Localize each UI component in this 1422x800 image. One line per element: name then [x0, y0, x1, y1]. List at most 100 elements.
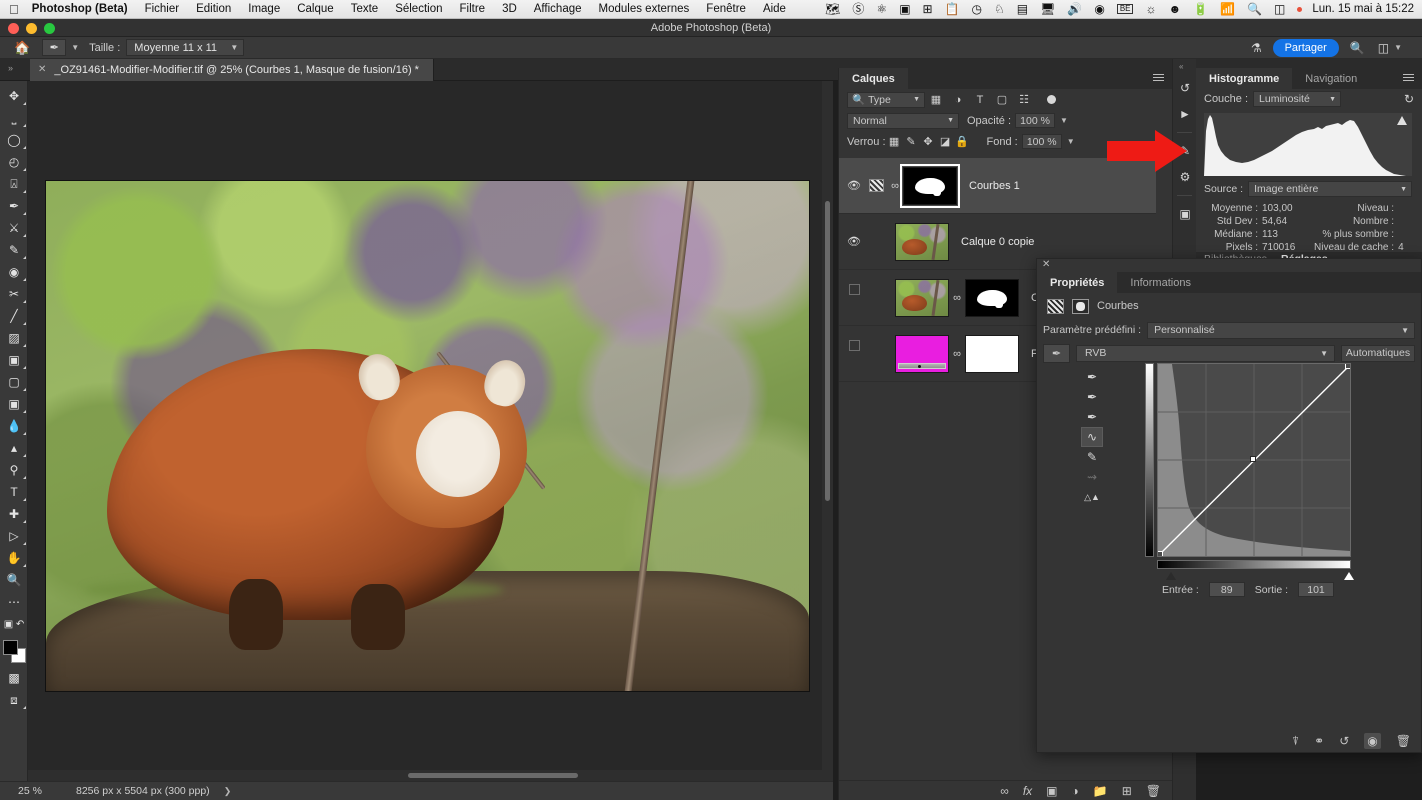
cached-data-warning-icon[interactable]: [1397, 116, 1407, 125]
history-brush-tool[interactable]: ✂: [0, 283, 28, 305]
menu-filtre[interactable]: Filtre: [460, 3, 486, 15]
curve-black-point[interactable]: [1158, 551, 1163, 556]
menubar-clock[interactable]: Lun. 15 mai à 15:22: [1312, 3, 1414, 15]
rectangular-marquee-tool[interactable]: ⎵: [0, 107, 28, 129]
panel-menu-icon[interactable]: [1153, 74, 1164, 83]
layer-thumbnail[interactable]: [895, 222, 949, 261]
lock-artboard-icon[interactable]: ◪: [937, 135, 954, 148]
menu-selection[interactable]: Sélection: [395, 3, 442, 15]
gradient-fill-tool[interactable]: ▣: [0, 393, 28, 415]
menu-affichage[interactable]: Affichage: [534, 3, 582, 15]
apple-icon[interactable]: : [9, 3, 19, 16]
preset-select[interactable]: Personnalisé ▼: [1147, 321, 1415, 339]
curves-channel-select[interactable]: RVB ▼: [1076, 344, 1335, 362]
chevron-down-icon[interactable]: ▼: [1394, 43, 1402, 52]
pencil-draw-tool[interactable]: ✎: [1081, 447, 1103, 467]
clipboard-icon[interactable]: 📋: [945, 3, 960, 15]
display-icon[interactable]: 🖥: [1040, 3, 1055, 15]
hand-tool[interactable]: ✋: [0, 547, 28, 569]
output-value[interactable]: 101: [1298, 582, 1335, 597]
delete-layer-icon[interactable]: 🗑: [1146, 784, 1161, 798]
layer-thumbnail[interactable]: [895, 278, 949, 317]
collapse-panels-icon[interactable]: »: [8, 63, 13, 73]
curve-mid-point[interactable]: [1250, 456, 1256, 462]
panel-menu-icon[interactable]: [1403, 74, 1414, 83]
minimize-window-button[interactable]: [26, 23, 37, 34]
wifi-icon[interactable]: 📶: [1220, 3, 1235, 15]
default-colors-icon[interactable]: ▣ ↶: [0, 613, 28, 635]
control-center-icon[interactable]: ◫: [1274, 3, 1285, 15]
menu-texte[interactable]: Texte: [351, 3, 379, 15]
link-layers-icon[interactable]: ∞: [1000, 784, 1009, 798]
share-button[interactable]: Partager: [1272, 38, 1339, 57]
search-icon[interactable]: 🔍: [1350, 41, 1365, 55]
layer-mask-thumbnail[interactable]: [900, 163, 960, 208]
eyedropper-tool-preset[interactable]: ✒: [42, 39, 67, 56]
auto-button[interactable]: Automatiques: [1341, 344, 1415, 362]
screen-record-icon[interactable]: ▣: [899, 3, 910, 15]
split-view-icon[interactable]: ▤: [1017, 3, 1028, 15]
history-icon[interactable]: ↺: [1173, 75, 1197, 101]
lock-all-icon[interactable]: 🔒: [954, 135, 971, 148]
zoom-tool[interactable]: 🔍: [0, 569, 28, 591]
menu-fichier[interactable]: Fichier: [145, 3, 180, 15]
view-previous-state-icon[interactable]: ⚭: [1314, 734, 1324, 748]
histogram-channel-select[interactable]: Luminosité ▼: [1253, 91, 1342, 107]
refresh-icon[interactable]: ↻: [1404, 92, 1414, 106]
window-controls[interactable]: [8, 23, 55, 34]
canvas-horizontal-scrollbar[interactable]: [28, 770, 833, 781]
layer-name[interactable]: Courbes 1: [969, 180, 1020, 192]
histogram-source-select[interactable]: Image entière ▼: [1248, 181, 1412, 197]
tab-navigation[interactable]: Navigation: [1292, 68, 1370, 89]
link-icon[interactable]: ∞: [949, 348, 965, 360]
collapse-panels-icon[interactable]: «: [1179, 62, 1183, 71]
actions-play-icon[interactable]: ►: [1173, 101, 1197, 127]
toggle-visibility-icon[interactable]: ◉: [1364, 733, 1381, 749]
path-selection-tool[interactable]: ▷: [0, 525, 28, 547]
delete-adjustment-icon[interactable]: 🗑: [1396, 734, 1411, 748]
clock-icon[interactable]: ◷: [972, 3, 982, 15]
layer-mask-thumbnail[interactable]: [965, 278, 1019, 317]
blur-tool[interactable]: 💧: [0, 415, 28, 437]
input-value[interactable]: 89: [1208, 582, 1245, 597]
lock-transparency-icon[interactable]: ▦: [886, 135, 903, 148]
user-icon[interactable]: ☻: [1168, 3, 1181, 15]
close-icon[interactable]: ✕: [1042, 259, 1050, 270]
spotlight-search-icon[interactable]: 🔍: [1247, 3, 1262, 15]
layer-visibility-toggle[interactable]: 👁: [843, 284, 865, 311]
curve-point-tool[interactable]: ∿: [1081, 427, 1103, 447]
eyedropper-tool[interactable]: ✒: [0, 195, 28, 217]
be-icon[interactable]: BE: [1116, 4, 1134, 14]
object-selection-tool[interactable]: ◴: [0, 151, 28, 173]
add-mask-icon[interactable]: ▣: [1046, 784, 1057, 798]
menu-3d[interactable]: 3D: [502, 3, 517, 15]
pattern-stamp-tool[interactable]: ▣: [0, 349, 28, 371]
adjustment-layer-icon[interactable]: ◑: [1072, 784, 1079, 798]
type-filter-icon[interactable]: T: [969, 94, 991, 106]
dodge-tool[interactable]: ▴: [0, 437, 28, 459]
clone-source-icon[interactable]: ▣: [1173, 201, 1197, 227]
sample-size-select[interactable]: Moyenne 11 x 11 ▼: [126, 39, 245, 56]
curves-adjustment-icon[interactable]: [1047, 298, 1064, 314]
layer-name[interactable]: Calque 0 copie: [961, 236, 1034, 248]
lock-image-icon[interactable]: ✎: [903, 135, 920, 148]
new-group-icon[interactable]: 📁: [1093, 784, 1108, 798]
target-adjust-icon[interactable]: ✒: [1043, 343, 1070, 363]
volume-icon[interactable]: 🔊: [1067, 3, 1082, 15]
link-icon[interactable]: ∞: [949, 292, 965, 304]
pen-tool[interactable]: ✚: [0, 503, 28, 525]
document-tab[interactable]: ✕ _OZ91461-Modifier-Modifier.tif @ 25% (…: [30, 58, 434, 81]
white-point-eyedropper[interactable]: ✒: [1081, 407, 1103, 427]
spot-healing-brush-tool[interactable]: ⚔: [0, 217, 28, 239]
smartobject-filter-icon[interactable]: ☷: [1013, 93, 1035, 106]
chevron-right-icon[interactable]: ❯: [224, 786, 232, 797]
canvas-area[interactable]: [28, 81, 833, 781]
siri-icon[interactable]: ◉: [1094, 3, 1104, 15]
crop-tool[interactable]: ⍓: [0, 173, 28, 195]
move-tool[interactable]: ✥: [0, 85, 28, 107]
menu-fenetre[interactable]: Fenêtre: [706, 3, 746, 15]
tab-histogramme[interactable]: Histogramme: [1196, 68, 1293, 89]
gradient-tool[interactable]: ▨: [0, 327, 28, 349]
wifi-pin-icon[interactable]: 🗺: [825, 3, 840, 15]
bluetooth-icon[interactable]: ☼: [1145, 3, 1156, 15]
